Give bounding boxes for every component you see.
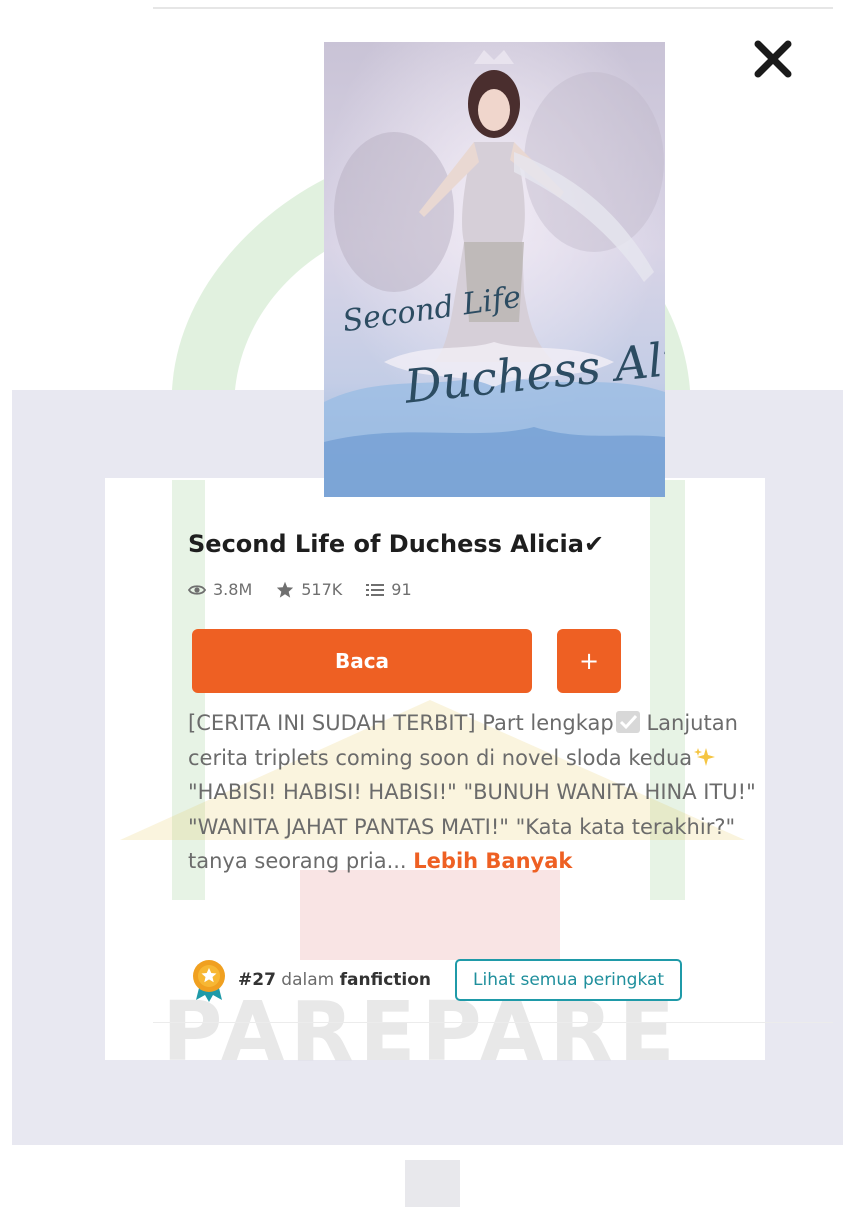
- book-description: [CERITA INI SUDAH TERBIT] Part lengkap L…: [188, 706, 798, 879]
- read-more-link[interactable]: Lebih Banyak: [413, 849, 572, 873]
- parts-stat: 91: [366, 580, 412, 599]
- add-to-library-button[interactable]: +: [557, 629, 621, 693]
- book-stats: 3.8M 517K 91: [188, 580, 436, 599]
- rank-number: #27: [238, 970, 276, 990]
- ranking-badge-icon: [193, 960, 225, 1002]
- ranking-row: #27 dalam fanfiction Lihat semua peringk…: [188, 958, 808, 1002]
- votes-stat: 517K: [276, 580, 342, 599]
- rank-in-word: dalam: [275, 970, 340, 990]
- book-cover[interactable]: Second Life Duchess Alicia: [324, 42, 665, 497]
- parts-count: 91: [391, 580, 412, 599]
- view-all-rankings-button[interactable]: Lihat semua peringkat: [455, 959, 683, 1001]
- close-button[interactable]: [748, 34, 798, 84]
- ranking-text: #27 dalam fanfiction: [238, 970, 431, 990]
- eye-icon: [188, 584, 206, 595]
- description-part1: [CERITA INI SUDAH TERBIT] Part lengkap: [188, 711, 614, 735]
- sparkles-icon: [694, 747, 716, 766]
- top-divider: [153, 7, 833, 9]
- book-title: Second Life of Duchess Alicia✔: [188, 530, 605, 558]
- votes-count: 517K: [301, 580, 343, 599]
- rank-category[interactable]: fanfiction: [340, 970, 431, 990]
- reads-stat: 3.8M: [188, 580, 252, 599]
- bottom-divider: [153, 1022, 833, 1023]
- check-mark-icon: [615, 711, 640, 733]
- list-icon: [366, 583, 385, 596]
- star-icon: [277, 581, 294, 598]
- close-icon: [754, 40, 792, 78]
- reads-count: 3.8M: [213, 580, 253, 599]
- cover-art: [324, 42, 665, 497]
- read-button[interactable]: Baca: [192, 629, 532, 693]
